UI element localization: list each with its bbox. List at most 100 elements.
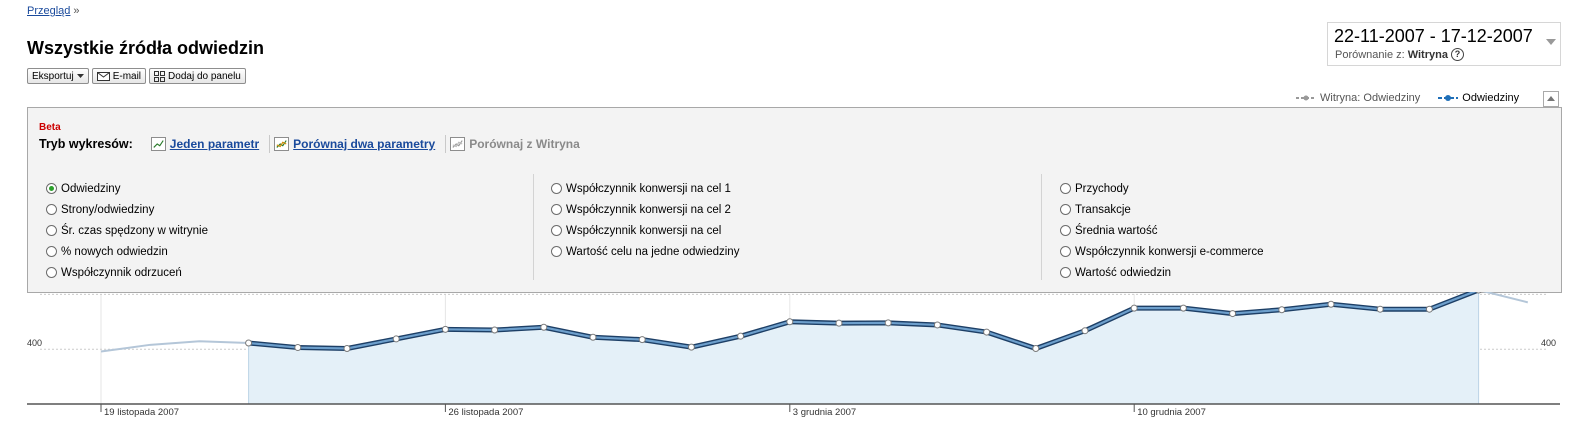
data-point <box>933 321 941 329</box>
two-line-chart-icon <box>274 137 290 151</box>
add-to-dashboard-button[interactable]: Dodaj do panelu <box>149 68 246 84</box>
metric-option[interactable]: % nowych odwiedzin <box>46 241 208 262</box>
dropdown-arrow-icon <box>76 73 84 78</box>
metrics-column-goals: Współczynnik konwersji na cel 1 Współczy… <box>551 178 739 262</box>
metric-option[interactable]: Średnia wartość <box>1060 220 1264 241</box>
breadcrumb: Przegląd» <box>27 5 80 17</box>
data-point <box>638 336 646 344</box>
metric-option[interactable]: Współczynnik konwersji e-commerce <box>1060 241 1264 262</box>
x-tick-label: 19 listopada 2007 <box>104 407 179 418</box>
metric-option[interactable]: Śr. czas spędzony w witrynie <box>46 220 208 241</box>
page-title: Wszystkie źródła odwiedzin <box>27 38 265 58</box>
radio[interactable] <box>551 225 562 236</box>
breadcrumb-link-overview[interactable]: Przegląd <box>27 5 70 17</box>
data-point <box>737 332 745 340</box>
legend-line-visits-icon <box>1438 95 1459 101</box>
email-button-label: E-mail <box>112 70 142 82</box>
data-point <box>687 343 695 351</box>
metrics-column-ecommerce: Przychody Transakcje Średnia wartość Wsp… <box>1060 178 1264 283</box>
metric-option[interactable]: Wartość celu na jedne odwiedziny <box>551 241 739 262</box>
data-point <box>441 325 449 333</box>
x-tick-label: 3 grudnia 2007 <box>793 407 856 418</box>
compare-value: Witryna <box>1407 48 1448 61</box>
metric-label: Wartość celu na jedne odwiedziny <box>566 245 740 258</box>
dashboard-grid-icon <box>154 70 166 82</box>
legend-label-visits: Odwiedziny <box>1462 92 1520 104</box>
x-tick-label: 10 grudnia 2007 <box>1137 407 1206 418</box>
metric-option[interactable]: Współczynnik konwersji na cel 1 <box>551 178 739 199</box>
compare-site-chart-icon <box>450 137 466 151</box>
metric-option[interactable]: Współczynnik odrzuceń <box>46 262 208 283</box>
radio[interactable] <box>1060 246 1071 257</box>
metrics-column-site-usage: Odwiedziny Strony/odwiedziny Śr. czas sp… <box>46 178 208 283</box>
radio[interactable] <box>46 267 57 278</box>
mode-option-single[interactable]: Jeden parametr <box>150 137 259 151</box>
chart-mode-row: Tryb wykresów: Jeden parametr Porównaj d… <box>39 135 590 153</box>
y-tick-label-right: 400 <box>1541 338 1556 348</box>
metric-option[interactable]: Współczynnik konwersji na cel 2 <box>551 199 739 220</box>
data-point <box>1032 345 1040 353</box>
data-point <box>786 318 794 326</box>
help-icon[interactable]: ? <box>1450 48 1464 61</box>
metric-option[interactable]: Wartość odwiedzin <box>1060 262 1264 283</box>
metric-label: Śr. czas spędzony w witrynie <box>61 224 209 237</box>
metric-option[interactable]: Strony/odwiedziny <box>46 199 208 220</box>
radio[interactable] <box>1060 225 1071 236</box>
collapse-panel-button[interactable] <box>1543 91 1559 107</box>
site-series-line <box>100 340 249 353</box>
radio[interactable] <box>1060 267 1071 278</box>
compare-info: Porównanie z: Witryna ? <box>1335 48 1464 61</box>
radio[interactable] <box>46 204 57 215</box>
breadcrumb-separator: » <box>73 5 80 17</box>
metric-option[interactable]: Transakcje <box>1060 199 1264 220</box>
data-point <box>884 319 892 327</box>
data-point <box>1130 304 1138 312</box>
column-divider <box>533 174 534 280</box>
radio[interactable] <box>551 204 562 215</box>
chart-legend: Witryna: Odwiedziny Odwiedziny <box>1296 92 1519 104</box>
data-point <box>343 345 351 353</box>
email-button[interactable]: E-mail <box>91 68 147 84</box>
date-range-selector[interactable]: 22-11-2007 - 17-12-2007 Porównanie z: Wi… <box>1327 22 1561 66</box>
mode-option-compare-site: Porównaj z Witryna <box>450 137 580 151</box>
beta-label: Beta <box>39 122 61 133</box>
mode-link-single[interactable]: Jeden parametr <box>170 137 259 151</box>
radio[interactable] <box>551 246 562 257</box>
mode-divider <box>269 135 271 153</box>
metric-label: Transakcje <box>1075 203 1131 216</box>
y-tick-label-left: 400 <box>27 338 42 348</box>
data-point <box>294 344 302 352</box>
mode-link-compare-two[interactable]: Porównaj dwa parametry <box>293 137 435 151</box>
data-point <box>540 323 548 331</box>
export-button-label: Eksportuj <box>32 70 74 82</box>
mode-option-compare-two[interactable]: Porównaj dwa parametry <box>274 137 435 151</box>
radio[interactable] <box>1060 183 1071 194</box>
export-button[interactable]: Eksportuj <box>27 68 89 84</box>
metric-option[interactable]: Odwiedziny <box>46 178 208 199</box>
visits-line-chart: 400 400 800 800 19 listopada 2007 26 listopad… <box>27 292 1560 418</box>
metric-option[interactable]: Współczynnik konwersji na cel <box>551 220 739 241</box>
date-range-text: 22-11-2007 - 17-12-2007 <box>1334 26 1533 46</box>
chevron-down-icon[interactable] <box>1546 39 1556 45</box>
metric-option[interactable]: Przychody <box>1060 178 1264 199</box>
radio-checked[interactable] <box>46 183 57 194</box>
metric-label: Współczynnik odrzuceń <box>61 266 182 279</box>
radio[interactable] <box>551 183 562 194</box>
legend-item-visits: Odwiedziny <box>1438 92 1519 104</box>
data-point <box>1278 306 1286 314</box>
mode-divider <box>445 135 447 153</box>
data-point <box>589 333 597 341</box>
radio[interactable] <box>1060 204 1071 215</box>
data-point <box>392 335 400 343</box>
legend-label-site: Witryna: Odwiedziny <box>1320 92 1421 104</box>
toolbar: Eksportuj E-mail Dodaj do panelu <box>27 68 246 84</box>
metric-label: Strony/odwiedziny <box>61 203 155 216</box>
y-tick-label-left: 800 <box>27 292 42 293</box>
radio[interactable] <box>46 246 57 257</box>
data-point <box>1081 327 1089 335</box>
data-point <box>1229 310 1237 318</box>
data-point <box>983 328 991 336</box>
compare-label: Porównanie z: <box>1335 48 1405 61</box>
radio[interactable] <box>46 225 57 236</box>
data-point <box>1327 300 1335 308</box>
